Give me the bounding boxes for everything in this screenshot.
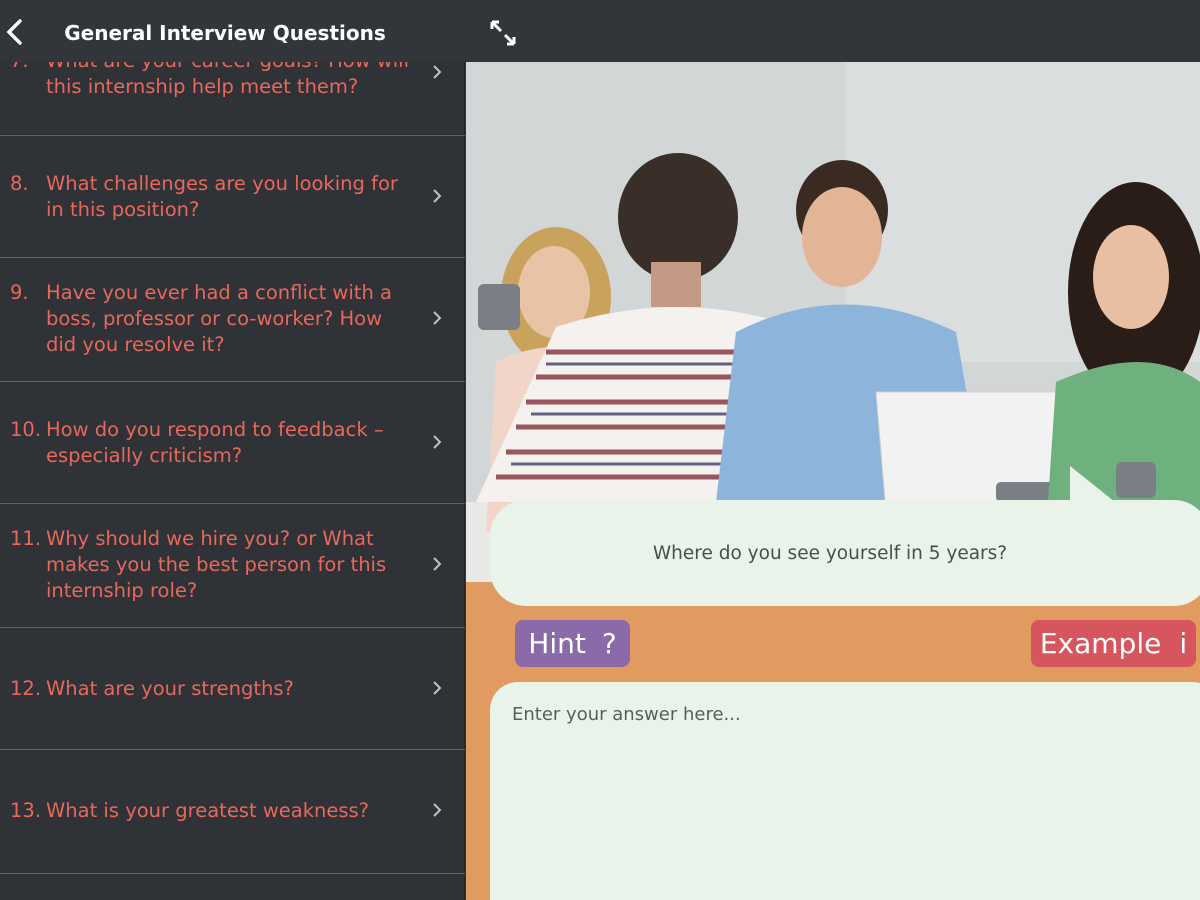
info-icon: i: [1179, 627, 1188, 660]
question-number: 11.: [10, 527, 42, 550]
question-mark-icon: ?: [601, 627, 617, 660]
chevron-right-icon: [429, 432, 445, 452]
list-item[interactable]: 9. Have you ever had a conflict with a b…: [0, 258, 465, 382]
question-number: 10.: [10, 418, 42, 441]
answer-input[interactable]: [490, 682, 1200, 900]
list-item[interactable]: 13. What is your greatest weakness?: [0, 750, 465, 874]
chevron-right-icon: [429, 678, 445, 698]
question-number: 12.: [10, 677, 42, 700]
example-button[interactable]: Example i: [1031, 620, 1196, 667]
expand-button[interactable]: [488, 18, 518, 48]
chevron-right-icon: [429, 800, 445, 820]
question-text: What challenges are you looking for in t…: [46, 172, 398, 221]
question-number: 9.: [10, 281, 29, 304]
list-item[interactable]: 10. How do you respond to feedback – esp…: [0, 382, 465, 504]
question-number: 8.: [10, 172, 29, 195]
expand-icon: [490, 20, 516, 46]
question-text: Have you ever had a conflict with a boss…: [46, 281, 392, 356]
list-item[interactable]: 11. Why should we hire you? or What make…: [0, 504, 465, 628]
question-text: What are your strengths?: [46, 677, 294, 700]
list-item[interactable]: 12. What are your strengths?: [0, 628, 465, 750]
detail-toolbar: [466, 0, 1200, 62]
list-item[interactable]: 8. What challenges are you looking for i…: [0, 136, 465, 258]
chevron-right-icon: [429, 308, 445, 328]
question-list-panel: 7. What are your career goals? How will …: [0, 0, 465, 900]
question-list: 7. What are your career goals? How will …: [0, 0, 465, 900]
question-text: How do you respond to feedback – especia…: [46, 418, 384, 467]
current-question: Where do you see yourself in 5 years?: [652, 542, 1008, 564]
hint-label: Hint: [528, 627, 586, 660]
chevron-right-icon: [429, 186, 445, 206]
hint-button[interactable]: Hint ?: [515, 620, 630, 667]
example-label: Example: [1039, 627, 1162, 660]
question-number: 13.: [10, 799, 42, 822]
nav-bar: General Interview Questions: [0, 0, 465, 62]
chevron-right-icon: [429, 554, 445, 574]
chevron-right-icon: [429, 62, 445, 82]
question-bubble: Where do you see yourself in 5 years?: [490, 500, 1200, 606]
page-title: General Interview Questions: [64, 21, 386, 45]
question-text: Why should we hire you? or What makes yo…: [46, 527, 387, 602]
question-detail-panel: Where do you see yourself in 5 years? Hi…: [466, 0, 1200, 900]
list-item[interactable]: [0, 874, 465, 900]
question-text: What is your greatest weakness?: [46, 799, 370, 822]
